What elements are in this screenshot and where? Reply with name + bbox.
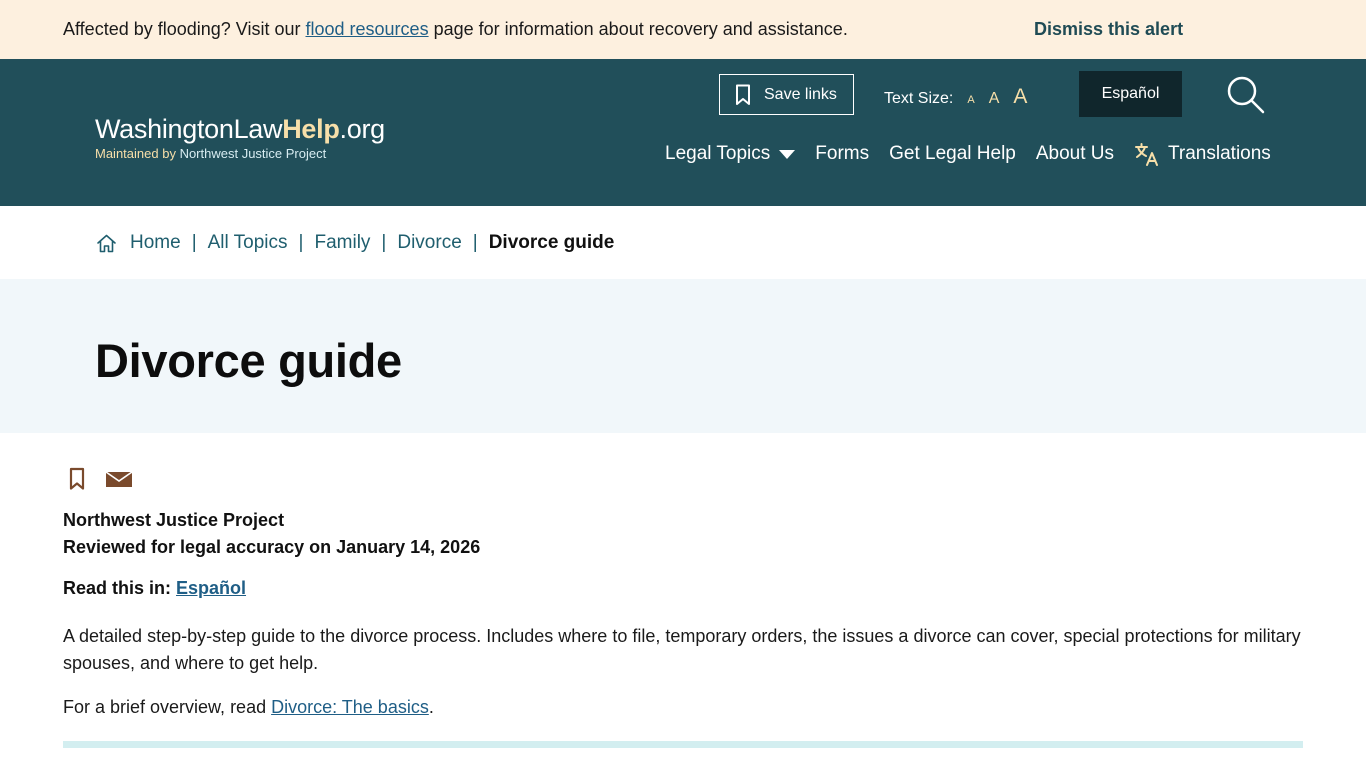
read-in-language: Read this in: Español <box>63 578 246 599</box>
main-nav: Legal Topics Forms Get Legal Help About … <box>665 142 1271 166</box>
home-icon[interactable] <box>96 234 117 253</box>
search-button[interactable] <box>1226 75 1266 115</box>
translate-icon <box>1135 143 1159 166</box>
logo-tagline: Maintained by Northwest Justice Project <box>95 146 385 161</box>
nav-get-legal-help[interactable]: Get Legal Help <box>889 143 1016 165</box>
reviewed-date: Reviewed for legal accuracy on January 1… <box>63 537 481 557</box>
author-name: Northwest Justice Project <box>63 510 285 530</box>
flood-resources-link[interactable]: flood resources <box>306 19 429 39</box>
logo-tagline-prefix: Maintained by <box>95 146 180 161</box>
logo-tagline-org: Northwest Justice Project <box>179 146 327 161</box>
bookmark-icon[interactable] <box>68 467 86 491</box>
breadcrumb-separator: | <box>298 232 304 253</box>
breadcrumb-all-topics[interactable]: All Topics <box>208 232 288 254</box>
nav-legal-topics[interactable]: Legal Topics <box>665 143 796 165</box>
save-links-label: Save links <box>764 85 837 103</box>
article-actions <box>68 467 133 491</box>
overview-period: . <box>428 697 434 717</box>
article-meta: Northwest Justice Project Reviewed for l… <box>63 507 480 561</box>
logo-suffix: .org <box>339 114 386 144</box>
divorce-basics-link[interactable]: Divorce: The basics <box>271 697 429 717</box>
alert-text-after: page for information about recovery and … <box>428 19 848 39</box>
logo-prefix: WashingtonLaw <box>95 114 283 144</box>
read-in-espanol-link[interactable]: Español <box>176 578 246 598</box>
flood-alert-bar: Affected by flooding? Visit our flood re… <box>0 0 1366 59</box>
nav-translations[interactable]: Translations <box>1134 142 1271 166</box>
article-summary: A detailed step-by-step guide to the div… <box>63 626 1301 673</box>
search-icon <box>1227 76 1265 114</box>
section-divider <box>63 741 1303 748</box>
site-logo[interactable]: WashingtonLawHelp.org Maintained by Nort… <box>95 114 385 161</box>
nav-forms[interactable]: Forms <box>815 143 869 165</box>
email-icon[interactable] <box>105 469 133 489</box>
espanol-button[interactable]: Español <box>1079 71 1182 117</box>
save-links-button[interactable]: Save links <box>719 74 854 115</box>
page-title-band: Divorce guide <box>0 279 1366 433</box>
breadcrumb-divorce[interactable]: Divorce <box>397 232 461 254</box>
logo-wordmark: WashingtonLawHelp.org <box>95 114 385 145</box>
alert-text-before: Affected by flooding? Visit our <box>63 19 306 39</box>
text-size-control: Text Size: A A A <box>884 85 1027 109</box>
dismiss-alert-button[interactable]: Dismiss this alert <box>1034 19 1183 40</box>
page-title: Divorce guide <box>95 334 402 387</box>
breadcrumb: Home | All Topics | Family | Divorce | D… <box>96 232 614 254</box>
overview-text: For a brief overview, read <box>63 697 272 717</box>
text-size-large[interactable]: A <box>1013 85 1027 109</box>
breadcrumb-separator: | <box>191 232 197 253</box>
text-size-medium[interactable]: A <box>989 90 1000 108</box>
nav-legal-topics-label: Legal Topics <box>665 143 771 164</box>
chevron-down-icon <box>779 149 796 159</box>
bookmark-icon <box>736 84 750 105</box>
breadcrumb-family[interactable]: Family <box>314 232 370 254</box>
breadcrumb-separator: | <box>381 232 387 253</box>
text-size-label: Text Size: <box>884 90 954 107</box>
logo-help: Help <box>282 114 340 144</box>
breadcrumb-separator: | <box>472 232 478 253</box>
breadcrumb-current: Divorce guide <box>488 232 615 253</box>
alert-message: Affected by flooding? Visit our flood re… <box>63 19 848 40</box>
site-header: WashingtonLawHelp.org Maintained by Nort… <box>0 59 1366 206</box>
read-in-label: Read this in: <box>63 578 177 598</box>
text-size-small[interactable]: A <box>967 94 974 106</box>
breadcrumb-home[interactable]: Home <box>130 232 181 254</box>
nav-translations-label: Translations <box>1168 143 1271 164</box>
nav-about-us[interactable]: About Us <box>1036 143 1114 165</box>
overview-line: For a brief overview, read Divorce: The … <box>63 697 434 718</box>
